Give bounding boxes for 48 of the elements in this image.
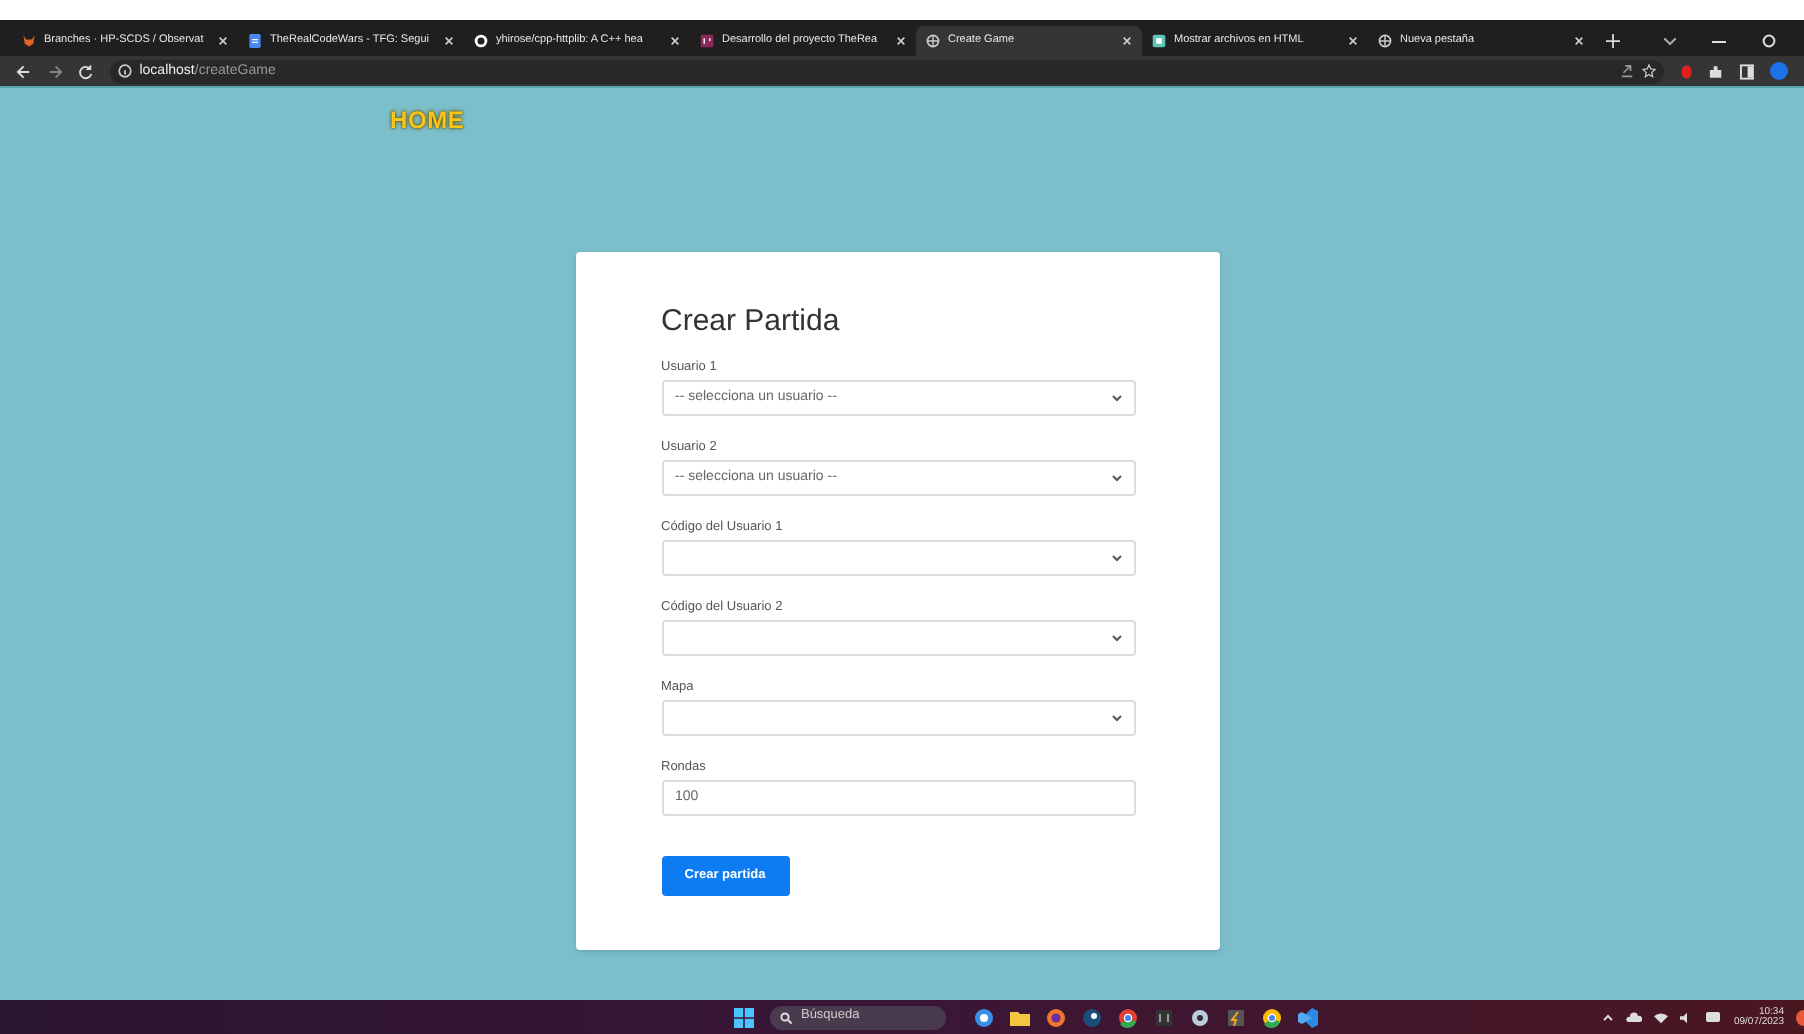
chevron-up-icon[interactable] [1601, 1011, 1614, 1023]
close-icon[interactable] [444, 36, 454, 46]
wifi-icon[interactable] [1653, 1011, 1668, 1023]
chevron-down-icon [1111, 634, 1121, 642]
form-title: Crear Partida [661, 304, 842, 340]
battery-icon[interactable] [1705, 1012, 1722, 1022]
chrome-icon[interactable] [1262, 1007, 1283, 1027]
favicon-icon [1378, 34, 1392, 48]
chevron-down-icon [1111, 554, 1121, 562]
select-field[interactable] [661, 620, 1135, 656]
share-icon[interactable] [1619, 64, 1634, 78]
close-icon[interactable] [1574, 36, 1584, 46]
restore-icon[interactable] [1762, 34, 1776, 48]
chevron-down-icon [1111, 394, 1121, 402]
search-icon [780, 1011, 793, 1023]
close-icon[interactable] [218, 36, 228, 46]
close-icon[interactable] [1122, 36, 1132, 46]
info-icon [117, 64, 132, 78]
star-icon[interactable] [1641, 64, 1656, 78]
favicon-icon [474, 34, 488, 48]
select-field[interactable] [661, 700, 1135, 736]
reload-icon[interactable] [78, 63, 94, 79]
close-icon[interactable] [896, 36, 906, 46]
close-icon[interactable] [1348, 36, 1358, 46]
bolt-icon[interactable] [1226, 1007, 1247, 1027]
favicon-icon [22, 34, 36, 48]
tab-search-icon[interactable] [1664, 37, 1676, 45]
close-icon[interactable] [670, 36, 680, 46]
forward-icon[interactable] [47, 63, 63, 79]
minimize-icon[interactable] [1712, 39, 1726, 43]
favicon-icon [248, 34, 262, 48]
puzzle-icon[interactable] [1708, 63, 1724, 79]
favicon-icon [926, 34, 940, 48]
cloud-icon[interactable] [1625, 1011, 1642, 1023]
chrome-icon[interactable] [1118, 1007, 1139, 1027]
back-icon[interactable] [16, 63, 32, 79]
sidebar-icon[interactable] [1739, 63, 1755, 79]
start-icon[interactable] [734, 1007, 755, 1027]
chevron-down-icon [1111, 714, 1121, 722]
extension-icon[interactable] [1679, 63, 1693, 79]
chevron-down-icon [1111, 474, 1121, 482]
select-field[interactable] [661, 540, 1135, 576]
favicon-icon [700, 34, 714, 48]
profile-avatar[interactable] [1770, 62, 1788, 80]
code-icon[interactable] [1298, 1007, 1319, 1027]
folder-icon[interactable] [1010, 1007, 1031, 1027]
new-tab-icon[interactable] [1606, 34, 1620, 48]
favicon-icon [1152, 34, 1166, 48]
